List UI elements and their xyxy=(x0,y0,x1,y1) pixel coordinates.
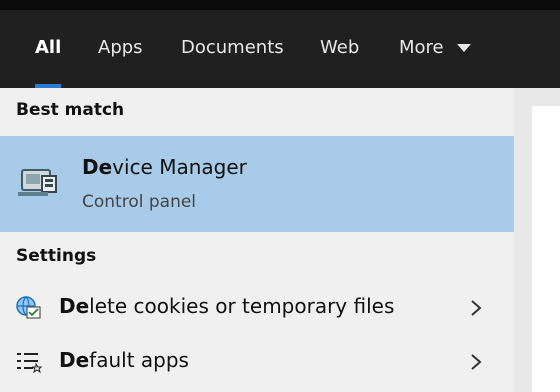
tab-documents[interactable]: Documents xyxy=(181,10,284,88)
internet-options-icon xyxy=(16,296,41,319)
settings-item-delete-cookies[interactable]: Delete cookies or temporary files xyxy=(0,282,514,334)
tab-more[interactable]: More xyxy=(399,10,472,88)
tab-all-label: All xyxy=(35,37,62,58)
search-results-panel: Best match Device Manager Control panel … xyxy=(0,88,514,392)
best-match-title: Device Manager xyxy=(82,155,247,179)
settings-item-label: Delete cookies or temporary files xyxy=(59,294,394,318)
settings-item-label-rest: fault apps xyxy=(89,348,189,372)
device-manager-icon xyxy=(18,169,57,196)
settings-heading: Settings xyxy=(16,246,97,266)
search-tab-bar: All Apps Documents Web More xyxy=(0,10,560,88)
settings-item-default-apps[interactable]: Default apps xyxy=(0,336,514,388)
best-match-title-rest: vice Manager xyxy=(112,155,247,179)
chevron-right-icon xyxy=(471,300,482,316)
settings-item-label-bold: De xyxy=(59,348,90,372)
settings-item-label-bold: De xyxy=(59,294,90,318)
top-band xyxy=(0,0,560,10)
tab-documents-label: Documents xyxy=(181,37,284,58)
tab-apps-label: Apps xyxy=(98,37,143,58)
tab-web[interactable]: Web xyxy=(320,10,359,88)
best-match-heading: Best match xyxy=(16,100,125,120)
tab-web-label: Web xyxy=(320,37,360,58)
preview-card xyxy=(532,106,560,392)
tab-apps[interactable]: Apps xyxy=(98,10,143,88)
tab-all[interactable]: All xyxy=(35,10,62,88)
default-apps-icon xyxy=(17,353,42,374)
best-match-result[interactable]: Device Manager Control panel xyxy=(0,136,514,232)
preview-pane xyxy=(514,88,560,392)
settings-item-label: Default apps xyxy=(59,348,189,372)
chevron-right-icon xyxy=(471,354,482,370)
tab-more-label: More xyxy=(399,37,444,58)
best-match-subtitle: Control panel xyxy=(82,192,197,212)
chevron-down-icon xyxy=(457,44,472,52)
best-match-title-bold: De xyxy=(82,155,113,179)
settings-item-label-rest: lete cookies or temporary files xyxy=(89,294,395,318)
